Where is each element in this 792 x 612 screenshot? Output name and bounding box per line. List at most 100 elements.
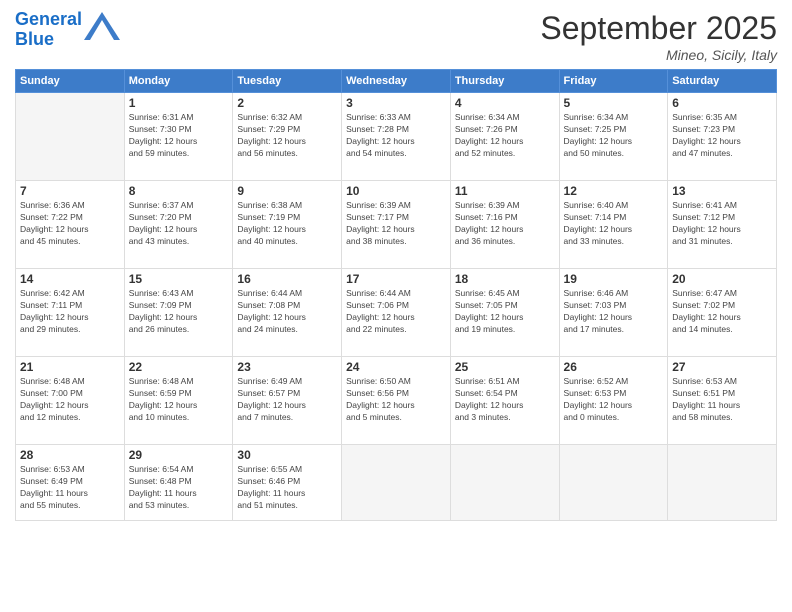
calendar-week-1: 1 Sunrise: 6:31 AM Sunset: 7:30 PM Daylig…	[16, 93, 777, 181]
calendar-cell: 28 Sunrise: 6:53 AM Sunset: 6:49 PM Dayli…	[16, 445, 125, 521]
day-info: Sunrise: 6:53 AM Sunset: 6:49 PM Dayligh…	[20, 464, 120, 512]
day-number: 3	[346, 96, 446, 110]
day-number: 6	[672, 96, 772, 110]
day-info: Sunrise: 6:54 AM Sunset: 6:48 PM Dayligh…	[129, 464, 229, 512]
day-number: 23	[237, 360, 337, 374]
col-wednesday: Wednesday	[342, 70, 451, 93]
calendar-cell	[668, 445, 777, 521]
day-info: Sunrise: 6:46 AM Sunset: 7:03 PM Dayligh…	[564, 288, 664, 336]
day-info: Sunrise: 6:39 AM Sunset: 7:16 PM Dayligh…	[455, 200, 555, 248]
day-info: Sunrise: 6:43 AM Sunset: 7:09 PM Dayligh…	[129, 288, 229, 336]
day-number: 28	[20, 448, 120, 462]
day-number: 1	[129, 96, 229, 110]
calendar-cell: 15 Sunrise: 6:43 AM Sunset: 7:09 PM Dayli…	[124, 269, 233, 357]
calendar-cell: 8 Sunrise: 6:37 AM Sunset: 7:20 PM Daylig…	[124, 181, 233, 269]
day-info: Sunrise: 6:34 AM Sunset: 7:26 PM Dayligh…	[455, 112, 555, 160]
day-info: Sunrise: 6:44 AM Sunset: 7:06 PM Dayligh…	[346, 288, 446, 336]
calendar-cell: 1 Sunrise: 6:31 AM Sunset: 7:30 PM Daylig…	[124, 93, 233, 181]
calendar-cell: 4 Sunrise: 6:34 AM Sunset: 7:26 PM Daylig…	[450, 93, 559, 181]
day-number: 22	[129, 360, 229, 374]
location: Mineo, Sicily, Italy	[540, 47, 777, 63]
calendar-week-3: 14Sunrise: 6:42 AM Sunset: 7:11 PM Dayli…	[16, 269, 777, 357]
month-title: September 2025	[540, 10, 777, 47]
day-info: Sunrise: 6:37 AM Sunset: 7:20 PM Dayligh…	[129, 200, 229, 248]
calendar-cell: 29 Sunrise: 6:54 AM Sunset: 6:48 PM Dayli…	[124, 445, 233, 521]
calendar-cell: 19 Sunrise: 6:46 AM Sunset: 7:03 PM Dayli…	[559, 269, 668, 357]
calendar-cell: 14Sunrise: 6:42 AM Sunset: 7:11 PM Dayli…	[16, 269, 125, 357]
day-info: Sunrise: 6:48 AM Sunset: 7:00 PM Dayligh…	[20, 376, 120, 424]
day-number: 9	[237, 184, 337, 198]
col-saturday: Saturday	[668, 70, 777, 93]
calendar-cell: 6Sunrise: 6:35 AM Sunset: 7:23 PM Daylig…	[668, 93, 777, 181]
calendar-week-4: 21 Sunrise: 6:48 AM Sunset: 7:00 PM Dayli…	[16, 357, 777, 445]
day-number: 25	[455, 360, 555, 374]
calendar-cell: 30Sunrise: 6:55 AM Sunset: 6:46 PM Dayli…	[233, 445, 342, 521]
calendar-cell: 22 Sunrise: 6:48 AM Sunset: 6:59 PM Dayli…	[124, 357, 233, 445]
day-info: Sunrise: 6:47 AM Sunset: 7:02 PM Dayligh…	[672, 288, 772, 336]
day-info: Sunrise: 6:45 AM Sunset: 7:05 PM Dayligh…	[455, 288, 555, 336]
day-info: Sunrise: 6:40 AM Sunset: 7:14 PM Dayligh…	[564, 200, 664, 248]
day-info: Sunrise: 6:55 AM Sunset: 6:46 PM Dayligh…	[237, 464, 337, 512]
calendar-cell: 23 Sunrise: 6:49 AM Sunset: 6:57 PM Dayli…	[233, 357, 342, 445]
day-number: 15	[129, 272, 229, 286]
calendar-cell: 10Sunrise: 6:39 AM Sunset: 7:17 PM Dayli…	[342, 181, 451, 269]
day-number: 21	[20, 360, 120, 374]
calendar-cell: 11 Sunrise: 6:39 AM Sunset: 7:16 PM Dayli…	[450, 181, 559, 269]
day-info: Sunrise: 6:52 AM Sunset: 6:53 PM Dayligh…	[564, 376, 664, 424]
calendar-cell: 25 Sunrise: 6:51 AM Sunset: 6:54 PM Dayli…	[450, 357, 559, 445]
calendar-cell: 9Sunrise: 6:38 AM Sunset: 7:19 PM Daylig…	[233, 181, 342, 269]
day-info: Sunrise: 6:36 AM Sunset: 7:22 PM Dayligh…	[20, 200, 120, 248]
col-thursday: Thursday	[450, 70, 559, 93]
col-sunday: Sunday	[16, 70, 125, 93]
day-info: Sunrise: 6:41 AM Sunset: 7:12 PM Dayligh…	[672, 200, 772, 248]
calendar-cell: 3 Sunrise: 6:33 AM Sunset: 7:28 PM Daylig…	[342, 93, 451, 181]
day-number: 11	[455, 184, 555, 198]
col-tuesday: Tuesday	[233, 70, 342, 93]
calendar-cell: 12 Sunrise: 6:40 AM Sunset: 7:14 PM Dayli…	[559, 181, 668, 269]
day-number: 8	[129, 184, 229, 198]
logo-text: GeneralBlue	[15, 10, 82, 50]
calendar-cell: 27Sunrise: 6:53 AM Sunset: 6:51 PM Dayli…	[668, 357, 777, 445]
calendar-cell	[342, 445, 451, 521]
day-info: Sunrise: 6:31 AM Sunset: 7:30 PM Dayligh…	[129, 112, 229, 160]
calendar-cell: 2Sunrise: 6:32 AM Sunset: 7:29 PM Daylig…	[233, 93, 342, 181]
day-info: Sunrise: 6:48 AM Sunset: 6:59 PM Dayligh…	[129, 376, 229, 424]
calendar-cell: 16 Sunrise: 6:44 AM Sunset: 7:08 PM Dayli…	[233, 269, 342, 357]
day-number: 7	[20, 184, 120, 198]
logo-icon	[84, 12, 120, 40]
calendar-cell: 24Sunrise: 6:50 AM Sunset: 6:56 PM Dayli…	[342, 357, 451, 445]
calendar-cell: 17Sunrise: 6:44 AM Sunset: 7:06 PM Dayli…	[342, 269, 451, 357]
day-info: Sunrise: 6:53 AM Sunset: 6:51 PM Dayligh…	[672, 376, 772, 424]
calendar-week-5: 28 Sunrise: 6:53 AM Sunset: 6:49 PM Dayli…	[16, 445, 777, 521]
day-number: 18	[455, 272, 555, 286]
col-friday: Friday	[559, 70, 668, 93]
day-number: 14	[20, 272, 120, 286]
day-number: 12	[564, 184, 664, 198]
calendar-cell	[559, 445, 668, 521]
page: GeneralBlue September 2025 Mineo, Sicily…	[0, 0, 792, 612]
calendar-cell	[16, 93, 125, 181]
day-number: 19	[564, 272, 664, 286]
day-info: Sunrise: 6:51 AM Sunset: 6:54 PM Dayligh…	[455, 376, 555, 424]
calendar-cell: 21 Sunrise: 6:48 AM Sunset: 7:00 PM Dayli…	[16, 357, 125, 445]
calendar-cell: 5Sunrise: 6:34 AM Sunset: 7:25 PM Daylig…	[559, 93, 668, 181]
day-info: Sunrise: 6:34 AM Sunset: 7:25 PM Dayligh…	[564, 112, 664, 160]
logo: GeneralBlue	[15, 10, 120, 50]
day-number: 29	[129, 448, 229, 462]
day-info: Sunrise: 6:50 AM Sunset: 6:56 PM Dayligh…	[346, 376, 446, 424]
calendar-table: Sunday Monday Tuesday Wednesday Thursday…	[15, 69, 777, 521]
day-number: 16	[237, 272, 337, 286]
header: GeneralBlue September 2025 Mineo, Sicily…	[15, 10, 777, 63]
calendar-cell: 13 Sunrise: 6:41 AM Sunset: 7:12 PM Dayli…	[668, 181, 777, 269]
day-info: Sunrise: 6:39 AM Sunset: 7:17 PM Dayligh…	[346, 200, 446, 248]
day-number: 20	[672, 272, 772, 286]
calendar-cell: 20 Sunrise: 6:47 AM Sunset: 7:02 PM Dayli…	[668, 269, 777, 357]
calendar-cell	[450, 445, 559, 521]
day-info: Sunrise: 6:44 AM Sunset: 7:08 PM Dayligh…	[237, 288, 337, 336]
day-number: 4	[455, 96, 555, 110]
day-number: 13	[672, 184, 772, 198]
calendar-cell: 7 Sunrise: 6:36 AM Sunset: 7:22 PM Daylig…	[16, 181, 125, 269]
day-info: Sunrise: 6:33 AM Sunset: 7:28 PM Dayligh…	[346, 112, 446, 160]
day-info: Sunrise: 6:49 AM Sunset: 6:57 PM Dayligh…	[237, 376, 337, 424]
col-monday: Monday	[124, 70, 233, 93]
